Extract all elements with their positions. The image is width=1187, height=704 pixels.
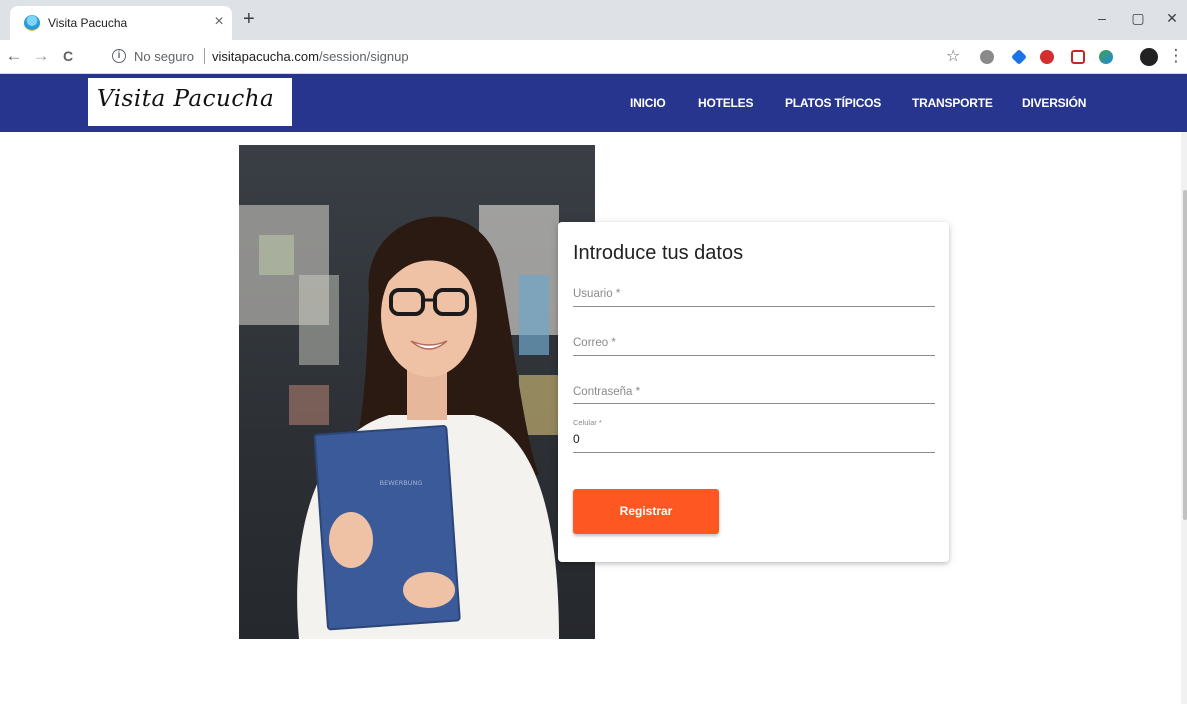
info-icon[interactable]: i (112, 49, 126, 63)
registrar-button[interactable]: Registrar (573, 489, 719, 534)
close-window-icon[interactable]: ✕ (1162, 10, 1182, 27)
contrasena-field[interactable]: Contraseña * (573, 364, 935, 404)
celular-underline (573, 452, 935, 453)
tab-close-icon[interactable]: × (210, 13, 228, 31)
url-text: visitapacucha.com/session/signup (212, 49, 409, 64)
extension-3-icon[interactable] (1040, 50, 1054, 64)
profile-avatar[interactable] (1140, 48, 1158, 66)
site-favicon-icon (24, 15, 40, 31)
contrasena-label: Contraseña * (573, 386, 641, 398)
tab-title: Visita Pacucha (48, 16, 128, 30)
browser-tab-strip: Visita Pacucha × + – ▢ ✕ (0, 0, 1187, 40)
celular-value: 0 (573, 432, 580, 446)
extension-1-icon[interactable] (980, 50, 994, 64)
minimize-icon[interactable]: – (1092, 10, 1112, 26)
menu-item-platos-tipicos[interactable]: PLATOS TÍPICOS (785, 96, 881, 110)
woman-with-folder-illustration: BEWERBUNG (239, 205, 559, 639)
site-logo[interactable]: Visita Pacucha (88, 78, 292, 126)
back-icon[interactable]: ← (4, 47, 24, 65)
page-scrollbar-thumb[interactable] (1183, 190, 1187, 520)
correo-field[interactable]: Correo * (573, 316, 935, 356)
signup-photo: BEWERBUNG (239, 145, 595, 639)
forward-icon[interactable]: → (31, 47, 51, 65)
restore-icon[interactable]: ▢ (1128, 10, 1148, 27)
extension-5-icon[interactable] (1099, 50, 1113, 64)
browser-menu-icon[interactable]: ⋮ (1166, 47, 1186, 65)
celular-label: Celular * (573, 418, 602, 427)
url-domain: visitapacucha.com (212, 49, 319, 64)
menu-item-diversion[interactable]: DIVERSIÓN (1022, 96, 1086, 110)
bookmark-star-icon[interactable]: ☆ (946, 46, 960, 66)
reload-icon[interactable]: C (58, 47, 78, 65)
contrasena-underline (573, 403, 935, 404)
browser-toolbar: ← → C i No seguro visitapacucha.com/sess… (0, 40, 1187, 74)
menu-item-inicio[interactable]: INICIO (630, 96, 666, 110)
correo-label: Correo * (573, 337, 616, 349)
url-separator (204, 48, 205, 64)
menu-item-hoteles[interactable]: HOTELES (698, 96, 753, 110)
correo-underline (573, 355, 935, 356)
new-tab-icon[interactable]: + (243, 9, 255, 29)
logo-text: Visita Pacucha (97, 86, 275, 112)
usuario-underline (573, 306, 935, 307)
usuario-label: Usuario * (573, 288, 621, 300)
form-title: Introduce tus datos (573, 242, 744, 264)
security-label: No seguro (134, 49, 194, 64)
signup-card: Introduce tus datos Usuario * Correo * C… (558, 222, 949, 562)
celular-field[interactable]: Celular * 0 (573, 418, 935, 453)
pocket-icon[interactable] (1071, 50, 1085, 64)
site-header: Visita Pacucha INICIO HOTELES PLATOS TÍP… (0, 74, 1187, 132)
menu-item-transporte[interactable]: TRANSPORTE (912, 96, 993, 110)
url-path: /session/signup (318, 49, 409, 64)
address-bar[interactable]: i No seguro visitapacucha.com/session/si… (100, 44, 940, 70)
browser-tab[interactable]: Visita Pacucha × (10, 6, 232, 40)
folder-label: BEWERBUNG (380, 479, 423, 487)
usuario-field[interactable]: Usuario * (573, 267, 935, 307)
